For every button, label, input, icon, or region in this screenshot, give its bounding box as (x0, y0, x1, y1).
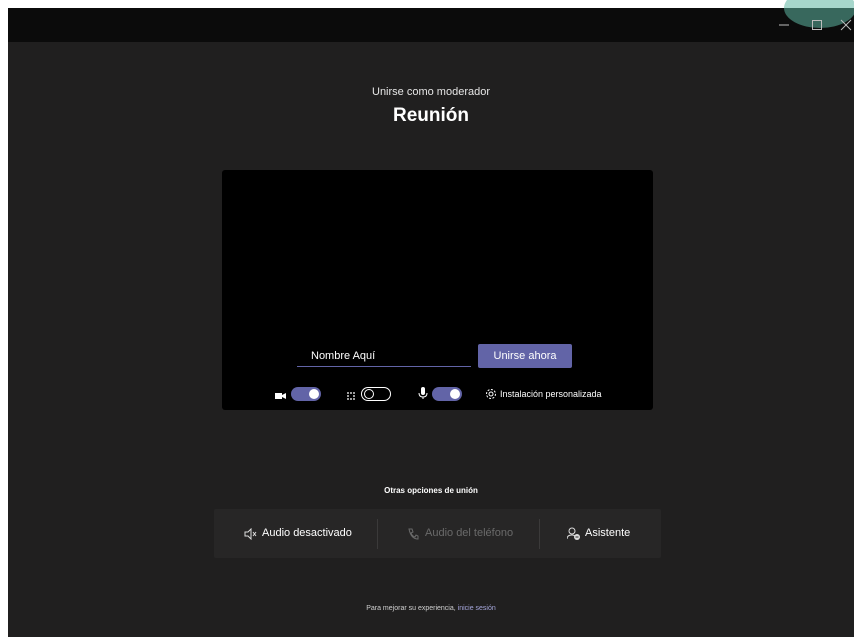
camera-icon (275, 388, 287, 406)
camera-toggle[interactable] (291, 387, 321, 401)
maximize-icon[interactable] (805, 8, 829, 42)
other-join-options: Audio desactivado Audio del teléfono Asi… (214, 509, 661, 558)
audio-off-label: Audio desactivado (262, 527, 352, 539)
microphone-icon (418, 387, 428, 405)
background-blur-icon (345, 388, 357, 406)
close-icon[interactable] (834, 8, 854, 42)
sign-in-link[interactable]: inicie sesión (458, 605, 496, 612)
microphone-control (418, 385, 468, 403)
divider (539, 519, 540, 549)
footer-text: Para mejorar su experiencia, (366, 605, 458, 612)
app-window: Unirse como moderador Reunión Nombre Aqu… (8, 0, 854, 637)
minimize-icon[interactable] (772, 8, 796, 42)
video-preview: Nombre Aquí Unirse ahora Instalación per… (222, 170, 653, 410)
meeting-title: Reunión (393, 105, 469, 126)
background-blur-toggle[interactable] (361, 387, 391, 401)
custom-setup-link[interactable]: Instalación personalizada (500, 389, 602, 399)
companion-label: Asistente (585, 527, 631, 539)
name-input[interactable]: Nombre Aquí (297, 345, 471, 367)
join-role-subtitle: Unirse como moderador (372, 86, 490, 98)
other-join-options-title: Otras opciones de unión (384, 486, 478, 495)
title-bar (8, 0, 854, 42)
divider (377, 519, 378, 549)
microphone-toggle[interactable] (432, 387, 462, 401)
footer: Para mejorar su experiencia, inicie sesi… (8, 605, 854, 612)
join-now-button[interactable]: Unirse ahora (478, 344, 572, 368)
gear-icon[interactable] (485, 387, 497, 405)
background-control (345, 385, 395, 403)
phone-audio-label: Audio del teléfono (425, 527, 514, 539)
camera-control (275, 385, 325, 403)
